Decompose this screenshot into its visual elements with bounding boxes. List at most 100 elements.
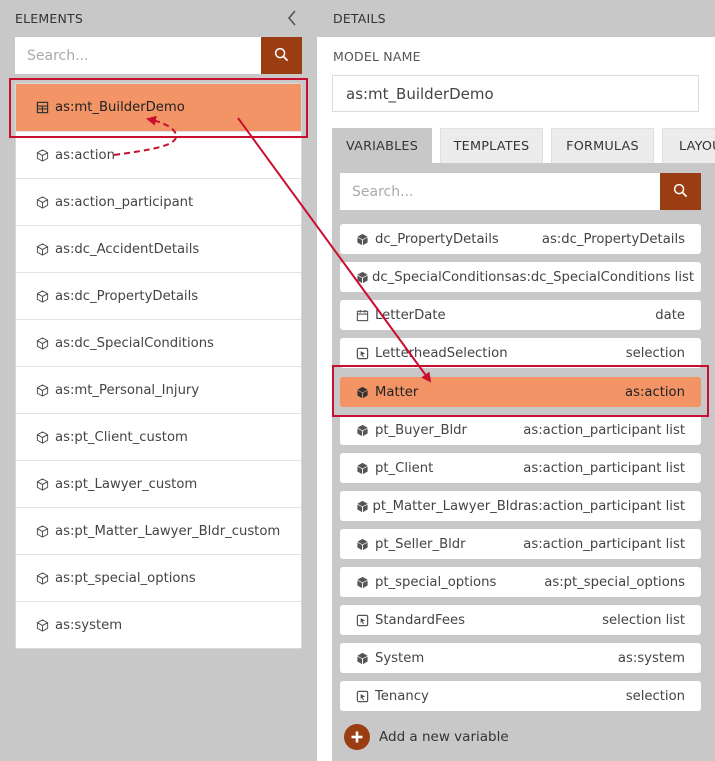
variable-row[interactable]: StandardFees selection list	[340, 605, 701, 635]
variable-name: LetterheadSelection	[375, 345, 508, 361]
details-header: DETAILS	[317, 0, 715, 37]
variable-name: StandardFees	[375, 612, 465, 628]
cube-outline-icon	[36, 288, 52, 304]
elements-search	[15, 37, 302, 74]
element-label: as:pt_Matter_Lawyer_Bldr_custom	[55, 523, 281, 539]
element-item[interactable]: as:mt_Personal_Injury	[16, 366, 301, 413]
variable-name: Matter	[375, 384, 419, 400]
variable-name: pt_Seller_Bldr	[375, 536, 466, 552]
variable-name: System	[375, 650, 425, 666]
cube-outline-icon	[36, 617, 52, 633]
element-label: as:action_participant	[55, 194, 194, 210]
variable-row[interactable]: LetterDate date	[340, 300, 701, 330]
variable-row[interactable]: pt_Buyer_Bldr as:action_participant list	[340, 415, 701, 445]
cube-outline-icon	[36, 382, 52, 398]
selection-icon	[356, 612, 372, 628]
variable-row[interactable]: Matter as:action	[340, 377, 701, 407]
variable-name: LetterDate	[375, 307, 446, 323]
element-label: as:pt_Client_custom	[55, 429, 188, 445]
element-label: as:system	[55, 617, 123, 633]
element-item[interactable]: as:pt_Matter_Lawyer_Bldr_custom	[16, 507, 301, 554]
cube-outline-icon	[36, 523, 52, 539]
model-name-input[interactable]	[332, 75, 699, 112]
variable-row[interactable]: System as:system	[340, 643, 701, 673]
variable-name: pt_Client	[375, 460, 434, 476]
variable-type: selection list	[602, 612, 685, 628]
variables-panel: dc_PropertyDetails as:dc_PropertyDetails…	[332, 163, 715, 761]
element-item[interactable]: as:system	[16, 601, 301, 648]
cube-outline-icon	[36, 335, 52, 351]
variable-row[interactable]: pt_special_options as:pt_special_options	[340, 567, 701, 597]
elements-search-input[interactable]	[15, 37, 261, 74]
variable-type: date	[655, 307, 685, 323]
variables-search	[340, 173, 701, 210]
cube-outline-icon	[36, 194, 52, 210]
elements-panel: ELEMENTS as:mt_BuilderDemo as:action as:…	[0, 0, 317, 761]
variable-name: dc_SpecialConditions	[372, 269, 512, 285]
variable-row[interactable]: dc_PropertyDetails as:dc_PropertyDetails	[340, 224, 701, 254]
selection-icon	[356, 345, 372, 361]
tab-templates[interactable]: TEMPLATES	[440, 128, 543, 164]
cube-solid-icon	[356, 460, 372, 476]
variable-name: Tenancy	[375, 688, 429, 704]
cube-outline-icon	[36, 429, 52, 445]
variable-row[interactable]: pt_Matter_Lawyer_Bldr as:action_particip…	[340, 491, 701, 521]
cube-solid-icon	[356, 498, 370, 514]
variable-row[interactable]: dc_SpecialConditions as:dc_SpecialCondit…	[340, 262, 701, 292]
details-panel-title: DETAILS	[333, 11, 386, 26]
tab-layout[interactable]: LAYOUT	[662, 128, 715, 164]
variable-type: selection	[625, 688, 685, 704]
element-label: as:mt_Personal_Injury	[55, 382, 200, 398]
element-item[interactable]: as:action_participant	[16, 178, 301, 225]
search-icon	[274, 47, 289, 65]
variable-row[interactable]: pt_Seller_Bldr as:action_participant lis…	[340, 529, 701, 559]
variable-name: pt_Matter_Lawyer_Bldr	[372, 498, 524, 514]
element-item[interactable]: as:dc_SpecialConditions	[16, 319, 301, 366]
model-name-label: MODEL NAME	[333, 49, 421, 64]
collapse-panel-icon[interactable]	[284, 8, 302, 28]
tab-formulas[interactable]: FORMULAS	[551, 128, 654, 164]
elements-list: as:mt_BuilderDemo as:action as:action_pa…	[15, 83, 302, 649]
element-item[interactable]: as:action	[16, 131, 301, 178]
variable-type: as:dc_SpecialConditions list	[511, 269, 695, 285]
element-item[interactable]: as:pt_Lawyer_custom	[16, 460, 301, 507]
element-item[interactable]: as:dc_AccidentDetails	[16, 225, 301, 272]
variable-type: as:pt_special_options	[544, 574, 685, 590]
variable-row[interactable]: LetterheadSelection selection	[340, 338, 701, 368]
tab-variables[interactable]: VARIABLES	[332, 128, 432, 164]
variable-name: pt_Buyer_Bldr	[375, 422, 467, 438]
variable-type: as:action_participant list	[523, 536, 685, 552]
add-variable-button[interactable]: Add a new variable	[344, 724, 509, 750]
element-item[interactable]: as:pt_special_options	[16, 554, 301, 601]
variable-name: pt_special_options	[375, 574, 497, 590]
variable-row[interactable]: Tenancy selection	[340, 681, 701, 711]
variables-search-input[interactable]	[340, 173, 660, 210]
element-item[interactable]: as:dc_PropertyDetails	[16, 272, 301, 319]
element-label: as:pt_Lawyer_custom	[55, 476, 198, 492]
elements-search-button[interactable]	[261, 37, 302, 74]
element-item[interactable]: as:mt_BuilderDemo	[16, 84, 301, 131]
cube-solid-icon	[356, 650, 372, 666]
variable-type: as:dc_PropertyDetails	[541, 231, 685, 247]
add-variable-label: Add a new variable	[379, 729, 509, 745]
variable-type: as:action_participant list	[523, 422, 685, 438]
element-label: as:action	[55, 147, 115, 163]
model-icon	[36, 100, 52, 116]
variables-search-button[interactable]	[660, 173, 701, 210]
cube-solid-icon	[356, 536, 372, 552]
variable-row[interactable]: pt_Client as:action_participant list	[340, 453, 701, 483]
cube-outline-icon	[36, 476, 52, 492]
element-label: as:dc_AccidentDetails	[55, 241, 200, 257]
element-label: as:dc_PropertyDetails	[55, 288, 199, 304]
plus-icon	[344, 724, 370, 750]
cube-solid-icon	[356, 269, 369, 285]
cube-solid-icon	[356, 384, 372, 400]
cube-outline-icon	[36, 147, 52, 163]
variable-type: as:action_participant list	[523, 498, 685, 514]
cube-outline-icon	[36, 241, 52, 257]
details-tabs: VARIABLES TEMPLATES FORMULAS LAYOUT	[332, 128, 715, 164]
element-label: as:pt_special_options	[55, 570, 196, 586]
variable-name: dc_PropertyDetails	[375, 231, 499, 247]
element-item[interactable]: as:pt_Client_custom	[16, 413, 301, 460]
elements-panel-title: ELEMENTS	[15, 11, 83, 26]
